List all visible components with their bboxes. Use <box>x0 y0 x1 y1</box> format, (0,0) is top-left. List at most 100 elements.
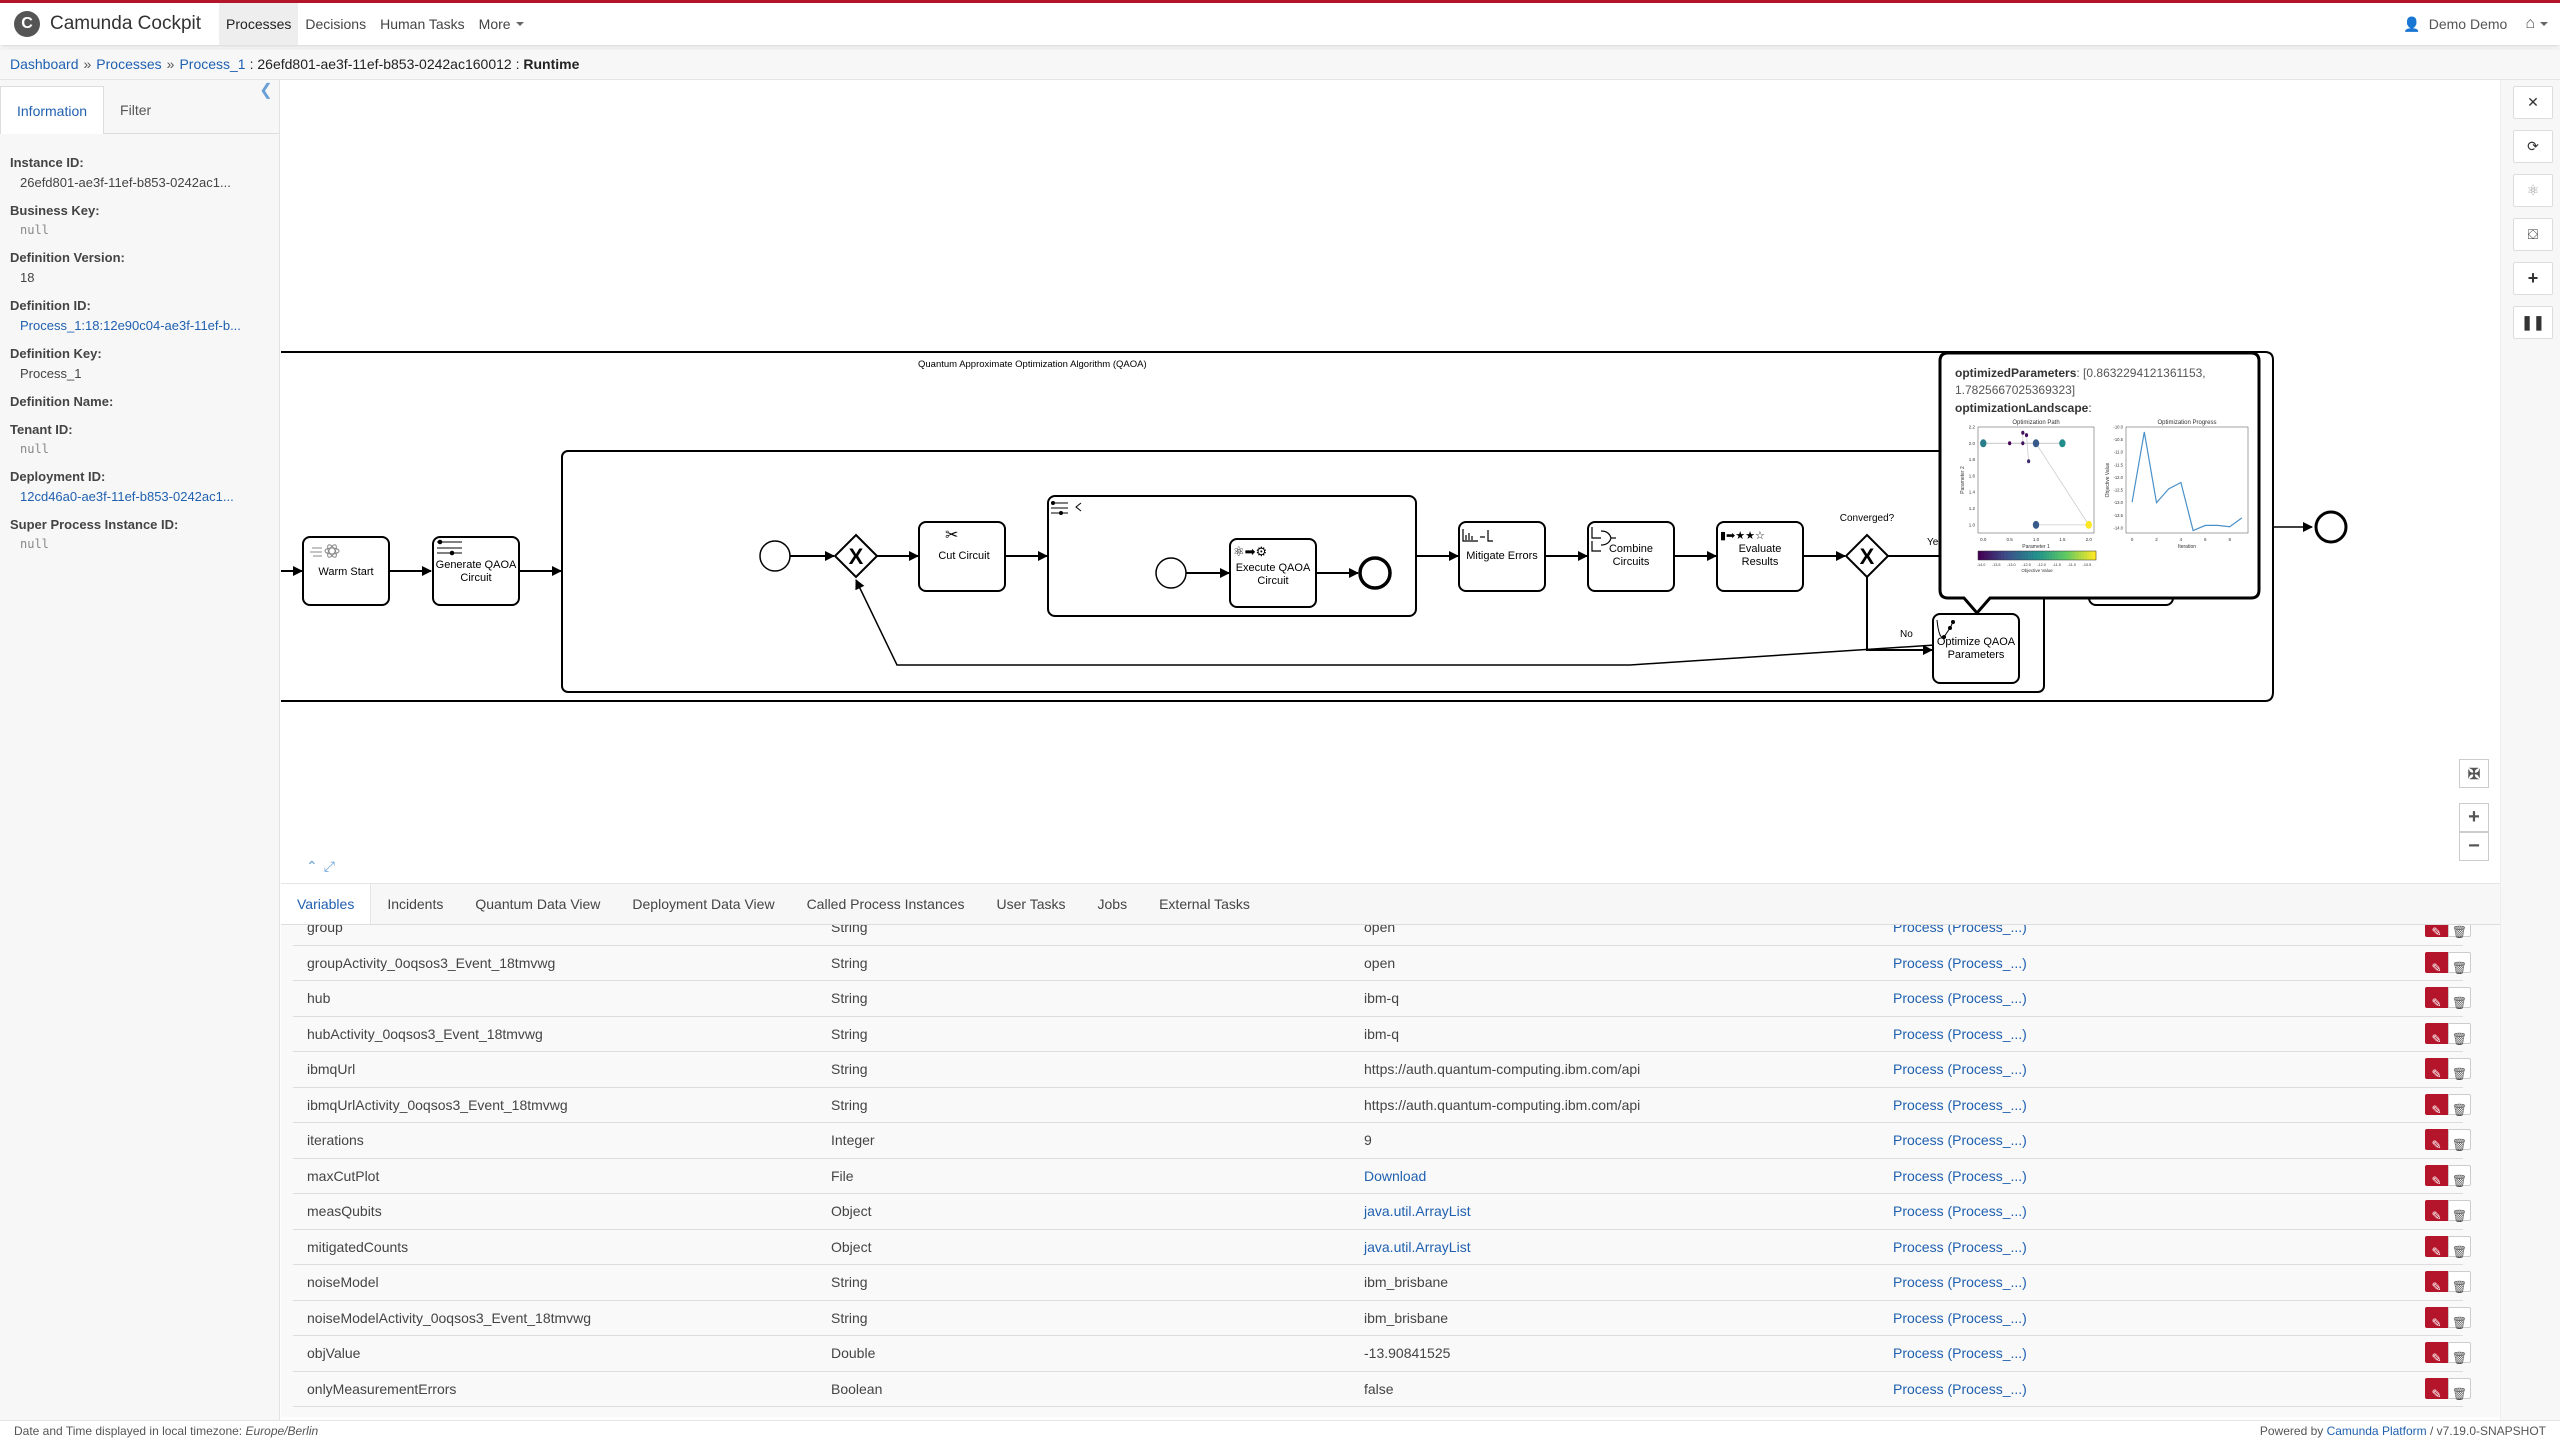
variable-scope-link[interactable]: Process (Process_...) <box>1893 1381 2027 1397</box>
variable-scope-link[interactable]: Process (Process_...) <box>1893 1310 2027 1326</box>
plus-icon: + <box>2468 806 2480 828</box>
edit-variable-button[interactable]: ✎ <box>2425 987 2448 1010</box>
delete-variable-button[interactable]: 🗑 <box>2448 1200 2471 1223</box>
delete-variable-button[interactable]: 🗑 <box>2448 1342 2471 1365</box>
variable-value[interactable]: java.util.ArrayList <box>1364 1239 1471 1255</box>
edit-variable-button[interactable]: ✎ <box>2425 1022 2448 1046</box>
task-label-line1: Optimize QAOA <box>1937 636 2016 648</box>
delete-variable-button[interactable]: 🗑 <box>2448 1271 2471 1294</box>
task-evaluate-results[interactable]: ▮➡★★☆ Evaluate Results <box>1716 521 1804 592</box>
edit-variable-button[interactable]: ✎ <box>2425 1129 2448 1152</box>
delete-variable-button[interactable]: 🗑 <box>2448 1093 2471 1117</box>
definition-id-link[interactable]: Process_1:18:12e90c04-ae3f-11ef-b... <box>20 318 269 333</box>
variable-scope-link[interactable]: Process (Process_...) <box>1893 990 2027 1006</box>
delete-variable-button[interactable]: 🗑 <box>2448 1164 2471 1188</box>
delete-variable-button[interactable]: 🗑 <box>2448 951 2471 975</box>
delete-variable-button[interactable]: 🗑 <box>2448 1377 2471 1401</box>
edit-variable-button[interactable]: ✎ <box>2425 1093 2448 1117</box>
collapse-sidebar-button[interactable]: ❮ <box>257 80 275 99</box>
nav-processes[interactable]: Processes <box>219 3 299 45</box>
tab-user-tasks[interactable]: User Tasks <box>981 884 1082 924</box>
breadcrumb-processes[interactable]: Processes <box>96 56 161 72</box>
start-event[interactable] <box>1155 557 1187 589</box>
home-menu[interactable]: ⌂ <box>2525 15 2548 33</box>
user-menu[interactable]: 👤 Demo Demo <box>2403 16 2507 33</box>
brand[interactable]: C Camunda Cockpit <box>14 11 219 37</box>
edit-variable-button[interactable]: ✎ <box>2425 1058 2448 1081</box>
task-mitigate-errors[interactable]: Mitigate Errors <box>1458 521 1546 592</box>
zoom-in-button[interactable]: + <box>2459 803 2489 832</box>
variable-scope-link[interactable]: Process (Process_...) <box>1893 1203 2027 1219</box>
reset-zoom-button[interactable]: ✠ <box>2459 759 2489 788</box>
tab-called-process-instances[interactable]: Called Process Instances <box>791 884 981 924</box>
task-warm-start[interactable]: Warm Start <box>302 536 390 606</box>
task-optimize-qaoa-parameters[interactable]: Optimize QAOA Parameters <box>1932 613 2020 684</box>
variable-scope-link[interactable]: Process (Process_...) <box>1893 955 2027 971</box>
bpmn-diagram-canvas[interactable]: Quantum Approximate Optimization Algorit… <box>281 80 2500 885</box>
tab-jobs[interactable]: Jobs <box>1082 884 1144 924</box>
variable-scope-link[interactable]: Process (Process_...) <box>1893 1097 2027 1113</box>
end-event[interactable] <box>1358 556 1392 590</box>
variable-scope-link[interactable]: Process (Process_...) <box>1893 1132 2027 1148</box>
variable-scope-link[interactable]: Process (Process_...) <box>1893 1061 2027 1077</box>
tab-deployment-data-view[interactable]: Deployment Data View <box>616 884 790 924</box>
end-event[interactable] <box>2314 510 2348 544</box>
deployment-view-button[interactable]: ⛋ <box>2513 218 2553 251</box>
edit-variable-button[interactable]: ✎ <box>2425 1377 2448 1401</box>
variable-overlay-popup[interactable]: optimizedParameters: [0.8632294121361153… <box>1938 351 2261 616</box>
close-overlay-button[interactable]: ✕ <box>2513 86 2553 119</box>
variable-scope-link[interactable]: Process (Process_...) <box>1893 1345 2027 1361</box>
edit-variable-button[interactable]: ✎ <box>2425 951 2448 975</box>
nav-more-dropdown[interactable]: More <box>472 3 531 45</box>
edit-variable-button[interactable]: ✎ <box>2425 1271 2448 1294</box>
add-button[interactable]: + <box>2513 262 2553 295</box>
exclusive-gateway-converged[interactable]: X Converged? <box>1840 513 1895 579</box>
variable-scope-link[interactable]: Process (Process_...) <box>1893 925 2027 935</box>
edit-variable-button[interactable]: ✎ <box>2425 1342 2448 1365</box>
task-generate-qaoa-circuit[interactable]: Generate QAOA Circuit <box>432 536 520 606</box>
variable-scope-link[interactable]: Process (Process_...) <box>1893 1274 2027 1290</box>
deployment-id-link[interactable]: 12cd46a0-ae3f-11ef-b853-0242ac1... <box>20 489 269 504</box>
variable-scope-link[interactable]: Process (Process_...) <box>1893 1026 2027 1042</box>
edit-variable-button[interactable]: ✎ <box>2425 925 2448 939</box>
delete-variable-button[interactable]: 🗑 <box>2448 1022 2471 1046</box>
variable-value[interactable]: java.util.ArrayList <box>1364 1203 1471 1219</box>
subprocess-execute-fragments[interactable]: ⚛➡⚙ Execute QAOA Circuit <box>1047 495 1417 617</box>
edit-variable-button[interactable]: ✎ <box>2425 1200 2448 1223</box>
suspend-button[interactable]: ❚❚ <box>2513 306 2553 339</box>
refresh-button[interactable]: ⟳ <box>2513 130 2553 163</box>
delete-variable-button[interactable]: 🗑 <box>2448 1306 2471 1330</box>
tab-filter[interactable]: Filter <box>104 86 167 133</box>
edit-variable-button[interactable]: ✎ <box>2425 1164 2448 1188</box>
task-combine-circuits[interactable]: Combine Circuits <box>1587 521 1675 592</box>
task-cut-circuit[interactable]: ✂ Cut Circuit <box>918 521 1006 592</box>
variable-scope-link[interactable]: Process (Process_...) <box>1893 1239 2027 1255</box>
variable-value[interactable]: Download <box>1364 1168 1426 1184</box>
camunda-platform-link[interactable]: Camunda Platform <box>2327 1424 2427 1438</box>
breadcrumb-process-1[interactable]: Process_1 <box>179 56 245 72</box>
exclusive-gateway-merge[interactable]: X <box>833 533 879 579</box>
delete-variable-button[interactable]: 🗑 <box>2448 1129 2471 1152</box>
breadcrumb-dashboard[interactable]: Dashboard <box>10 56 79 72</box>
tab-incidents[interactable]: Incidents <box>371 884 459 924</box>
variable-scope-link[interactable]: Process (Process_...) <box>1893 1168 2027 1184</box>
zoom-out-button[interactable]: − <box>2459 832 2489 861</box>
delete-variable-button[interactable]: 🗑 <box>2448 925 2471 939</box>
edit-variable-button[interactable]: ✎ <box>2425 1306 2448 1330</box>
delete-variable-button[interactable]: 🗑 <box>2448 1058 2471 1081</box>
tab-external-tasks[interactable]: External Tasks <box>1143 884 1266 924</box>
delete-variable-button[interactable]: 🗑 <box>2448 1235 2471 1259</box>
nav-human-tasks[interactable]: Human Tasks <box>373 3 472 45</box>
start-event[interactable] <box>759 540 791 572</box>
tab-variables[interactable]: Variables <box>281 884 372 924</box>
delete-variable-button[interactable]: 🗑 <box>2448 987 2471 1010</box>
collapse-panel-icon[interactable]: ⌃ <box>306 858 318 875</box>
quantum-view-button[interactable]: ⚛ <box>2513 174 2553 207</box>
trash-icon: 🗑 <box>2451 1067 2468 1081</box>
tab-information[interactable]: Information <box>0 86 105 134</box>
nav-decisions[interactable]: Decisions <box>298 3 373 45</box>
tab-quantum-data-view[interactable]: Quantum Data View <box>459 884 616 924</box>
maximize-panel-icon[interactable]: ⤢ <box>324 858 335 875</box>
edit-variable-button[interactable]: ✎ <box>2425 1235 2448 1259</box>
task-execute-qaoa-circuit[interactable]: ⚛➡⚙ Execute QAOA Circuit <box>1229 538 1317 608</box>
